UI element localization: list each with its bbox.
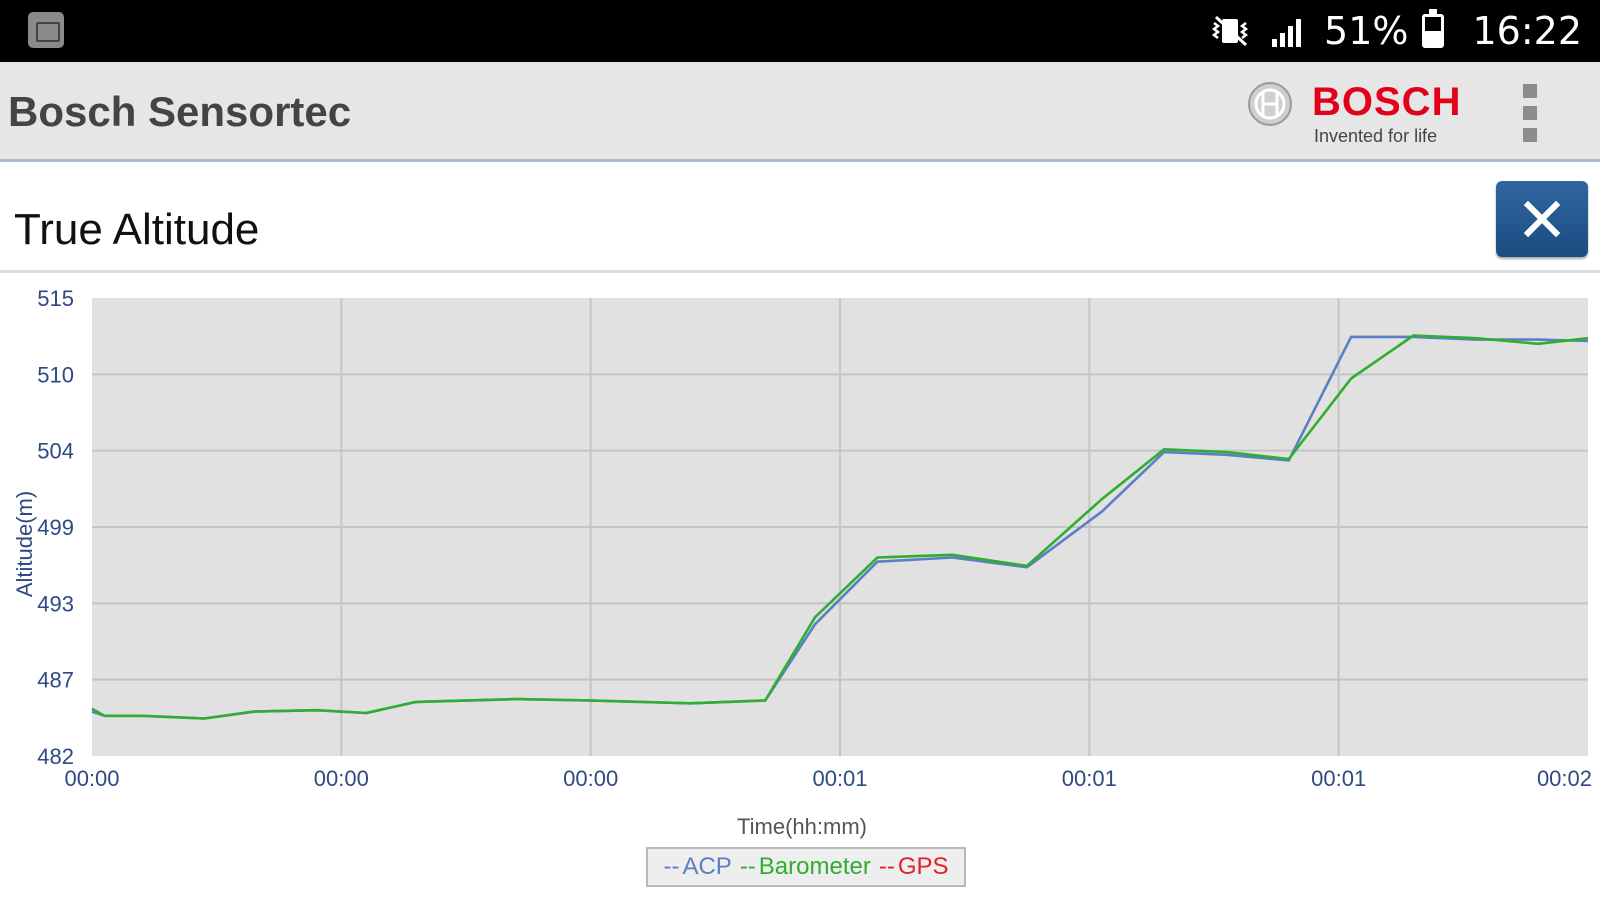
battery-icon (1422, 9, 1445, 48)
y-tick-label: 499 (37, 515, 74, 540)
y-tick-label: 487 (37, 668, 74, 693)
x-tick-label: 00:00 (563, 766, 618, 791)
legend-swatch: -- (878, 853, 895, 880)
y-axis-ticks: 515510504499493487482 (37, 286, 74, 769)
page-header: True Altitude (0, 165, 1600, 273)
legend-item-acp: -- ACP (663, 853, 731, 881)
y-axis-label: Altitude(m) (12, 491, 37, 597)
close-button[interactable] (1496, 181, 1588, 257)
x-axis-ticks: 00:00 00:00 00:00 00:01 00:01 00:01 00:02 (64, 766, 1592, 791)
legend-swatch: -- (739, 853, 756, 880)
app-icon (28, 12, 64, 48)
overflow-menu-icon[interactable] (1520, 84, 1540, 142)
chart-legend: -- ACP -- Barometer -- GPS (646, 847, 966, 887)
bosch-tagline: Invented for life (1314, 126, 1438, 146)
close-icon (1523, 200, 1561, 238)
chart-canvas: 515510504499493487482 00:00 00:00 00:00 00:… (12, 286, 1592, 839)
y-tick-label: 510 (37, 362, 74, 387)
status-bar: 51% 16:22 (0, 0, 1600, 62)
bosch-wordmark: BOSCH (1312, 80, 1462, 124)
signal-icon (1272, 19, 1302, 47)
x-tick-label: 00:01 (812, 766, 867, 791)
legend-label: GPS (897, 853, 949, 880)
battery-percent: 51% (1324, 9, 1409, 53)
legend-swatch: -- (663, 853, 680, 880)
legend-label: Barometer (758, 853, 871, 880)
x-tick-label: 00:01 (1062, 766, 1117, 791)
vibrate-mute-icon (1211, 15, 1249, 47)
page-title: True Altitude (14, 205, 260, 254)
menu-dot (1523, 128, 1537, 142)
legend-label: ACP (682, 853, 732, 880)
battery-level (1425, 30, 1442, 45)
x-tick-label: 00:00 (64, 766, 119, 791)
altitude-chart: 515 510 504 499 493 487 482 00:00 00:00 00:00 00:… (0, 276, 1600, 896)
y-tick-label: 515 (37, 286, 74, 311)
legend-item-gps: -- GPS (879, 853, 949, 881)
legend-item-barometer: -- Barometer (740, 853, 871, 881)
menu-dot (1523, 106, 1537, 120)
clock: 16:22 (1472, 9, 1582, 53)
status-icons: 51% 16:22 (1208, 0, 1582, 62)
bosch-logo-icon (1248, 82, 1292, 126)
app-bar: Bosch Sensortec BOSCH Invented for life (0, 62, 1600, 162)
app-title: Bosch Sensortec (8, 88, 352, 135)
x-tick-label: 00:02 (1537, 766, 1592, 791)
y-tick-label: 504 (37, 439, 74, 464)
x-tick-label: 00:00 (314, 766, 369, 791)
x-tick-label: 00:01 (1311, 766, 1366, 791)
menu-dot (1523, 84, 1537, 98)
y-tick-label: 493 (37, 591, 74, 616)
x-axis-label: Time(hh:mm) (737, 814, 867, 839)
